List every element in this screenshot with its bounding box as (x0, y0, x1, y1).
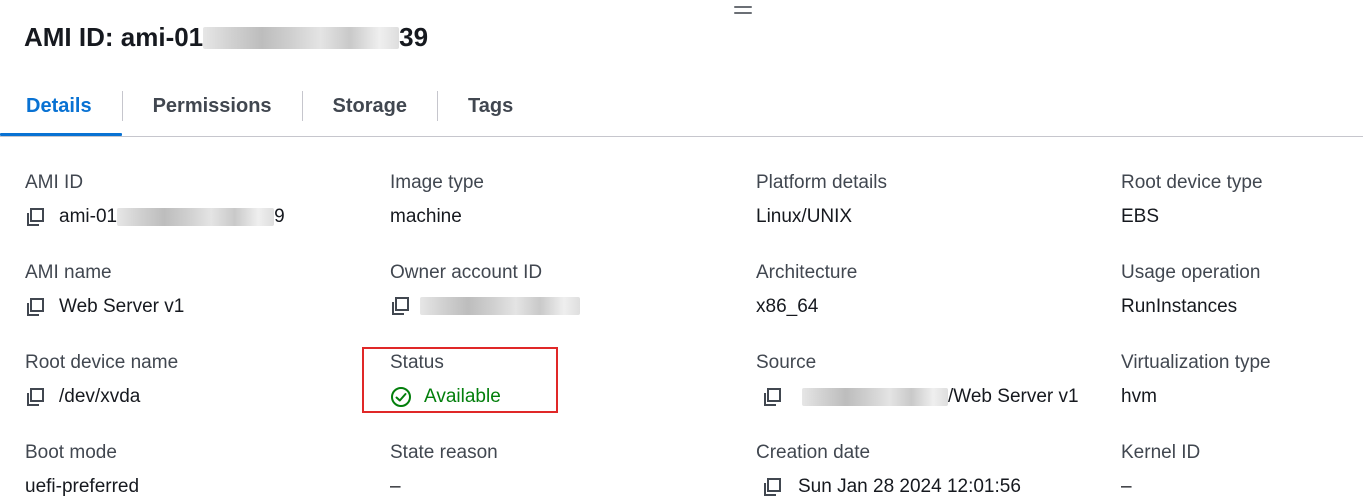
copy-icon[interactable] (25, 297, 45, 317)
redacted-account-id (420, 297, 580, 315)
creation-date-value: Sun Jan 28 2024 12:01:56 (798, 476, 1021, 497)
field-value: Sun Jan 28 2024 12:01:56 (756, 476, 1021, 498)
copy-icon[interactable] (762, 387, 782, 407)
field-boot-mode: Boot mode uefi-preferred (25, 442, 139, 498)
field-value: /dev/xvda (25, 386, 178, 408)
field-value: EBS (1121, 206, 1160, 227)
field-label: Owner account ID (390, 262, 543, 283)
field-label: State reason (390, 442, 498, 463)
field-label: Creation date (756, 442, 871, 463)
field-source: Source /Web Server v1 (756, 352, 1079, 408)
field-architecture: Architecture x86_64 (756, 262, 857, 318)
field-virtualization-type: Virtualization type hvm (1121, 352, 1271, 408)
field-label: AMI name (25, 262, 112, 283)
ami-id-prefix: ami-01 (59, 206, 118, 227)
field-label: Platform details (756, 172, 887, 193)
field-kernel-id: Kernel ID – (1121, 442, 1200, 498)
field-root-device-type: Root device type EBS (1121, 172, 1263, 228)
field-label: Virtualization type (1121, 352, 1271, 373)
field-value: uefi-preferred (25, 476, 140, 497)
field-label: Architecture (756, 262, 858, 283)
field-value: x86_64 (756, 296, 819, 317)
panel-drag-handle[interactable] (734, 6, 752, 16)
field-platform-details: Platform details Linux/UNIX (756, 172, 887, 228)
field-value: hvm (1121, 386, 1157, 407)
field-state-reason: State reason – (390, 442, 498, 498)
field-root-device-name: Root device name /dev/xvda (25, 352, 178, 408)
field-owner-account-id: Owner account ID (390, 262, 580, 316)
field-label: Root device name (25, 352, 179, 373)
page-title: AMI ID: ami-01 39 (24, 22, 428, 53)
copy-icon[interactable] (25, 207, 45, 227)
redacted-source-owner (802, 388, 948, 406)
tab-storage[interactable]: Storage (303, 86, 437, 126)
field-label: AMI ID (25, 172, 84, 193)
field-value: Linux/UNIX (756, 206, 853, 227)
copy-icon[interactable] (390, 296, 410, 316)
redacted-ami-id (203, 26, 400, 49)
field-value: machine (390, 206, 462, 227)
field-value: RunInstances (1121, 296, 1238, 317)
field-creation-date: Creation date Sun Jan 28 2024 12:01:56 (756, 442, 1021, 498)
field-ami-id: AMI ID ami-01 9 (25, 172, 285, 228)
ami-name-value: Web Server v1 (59, 296, 185, 317)
field-label: Kernel ID (1121, 442, 1201, 463)
field-value (390, 296, 580, 316)
field-label: Root device type (1121, 172, 1263, 193)
title-suffix: 39 (399, 22, 429, 52)
field-value: /Web Server v1 (756, 386, 1079, 408)
title-prefix: AMI ID: ami-01 (24, 22, 204, 52)
status-highlight-annotation (362, 347, 558, 413)
field-image-type: Image type machine (390, 172, 484, 228)
redacted-ami-id (117, 208, 275, 226)
field-ami-name: AMI name Web Server v1 (25, 262, 184, 318)
field-value: – (390, 476, 401, 497)
copy-icon[interactable] (762, 477, 782, 497)
field-label: Boot mode (25, 442, 117, 463)
ami-id-suffix: 9 (274, 206, 285, 227)
tab-tags[interactable]: Tags (438, 86, 543, 126)
field-value: Web Server v1 (25, 296, 184, 318)
copy-icon[interactable] (25, 387, 45, 407)
field-usage-operation: Usage operation RunInstances (1121, 262, 1260, 318)
field-value: – (1121, 476, 1132, 497)
field-label: Image type (390, 172, 484, 193)
tab-bar: Details Permissions Storage Tags (0, 86, 1363, 137)
root-device-name-value: /dev/xvda (59, 386, 141, 407)
field-label: Source (756, 352, 817, 373)
field-value: ami-01 9 (25, 206, 285, 228)
tab-details[interactable]: Details (0, 86, 122, 136)
source-suffix: /Web Server v1 (948, 386, 1079, 407)
tab-permissions[interactable]: Permissions (123, 86, 302, 126)
field-label: Usage operation (1121, 262, 1261, 283)
